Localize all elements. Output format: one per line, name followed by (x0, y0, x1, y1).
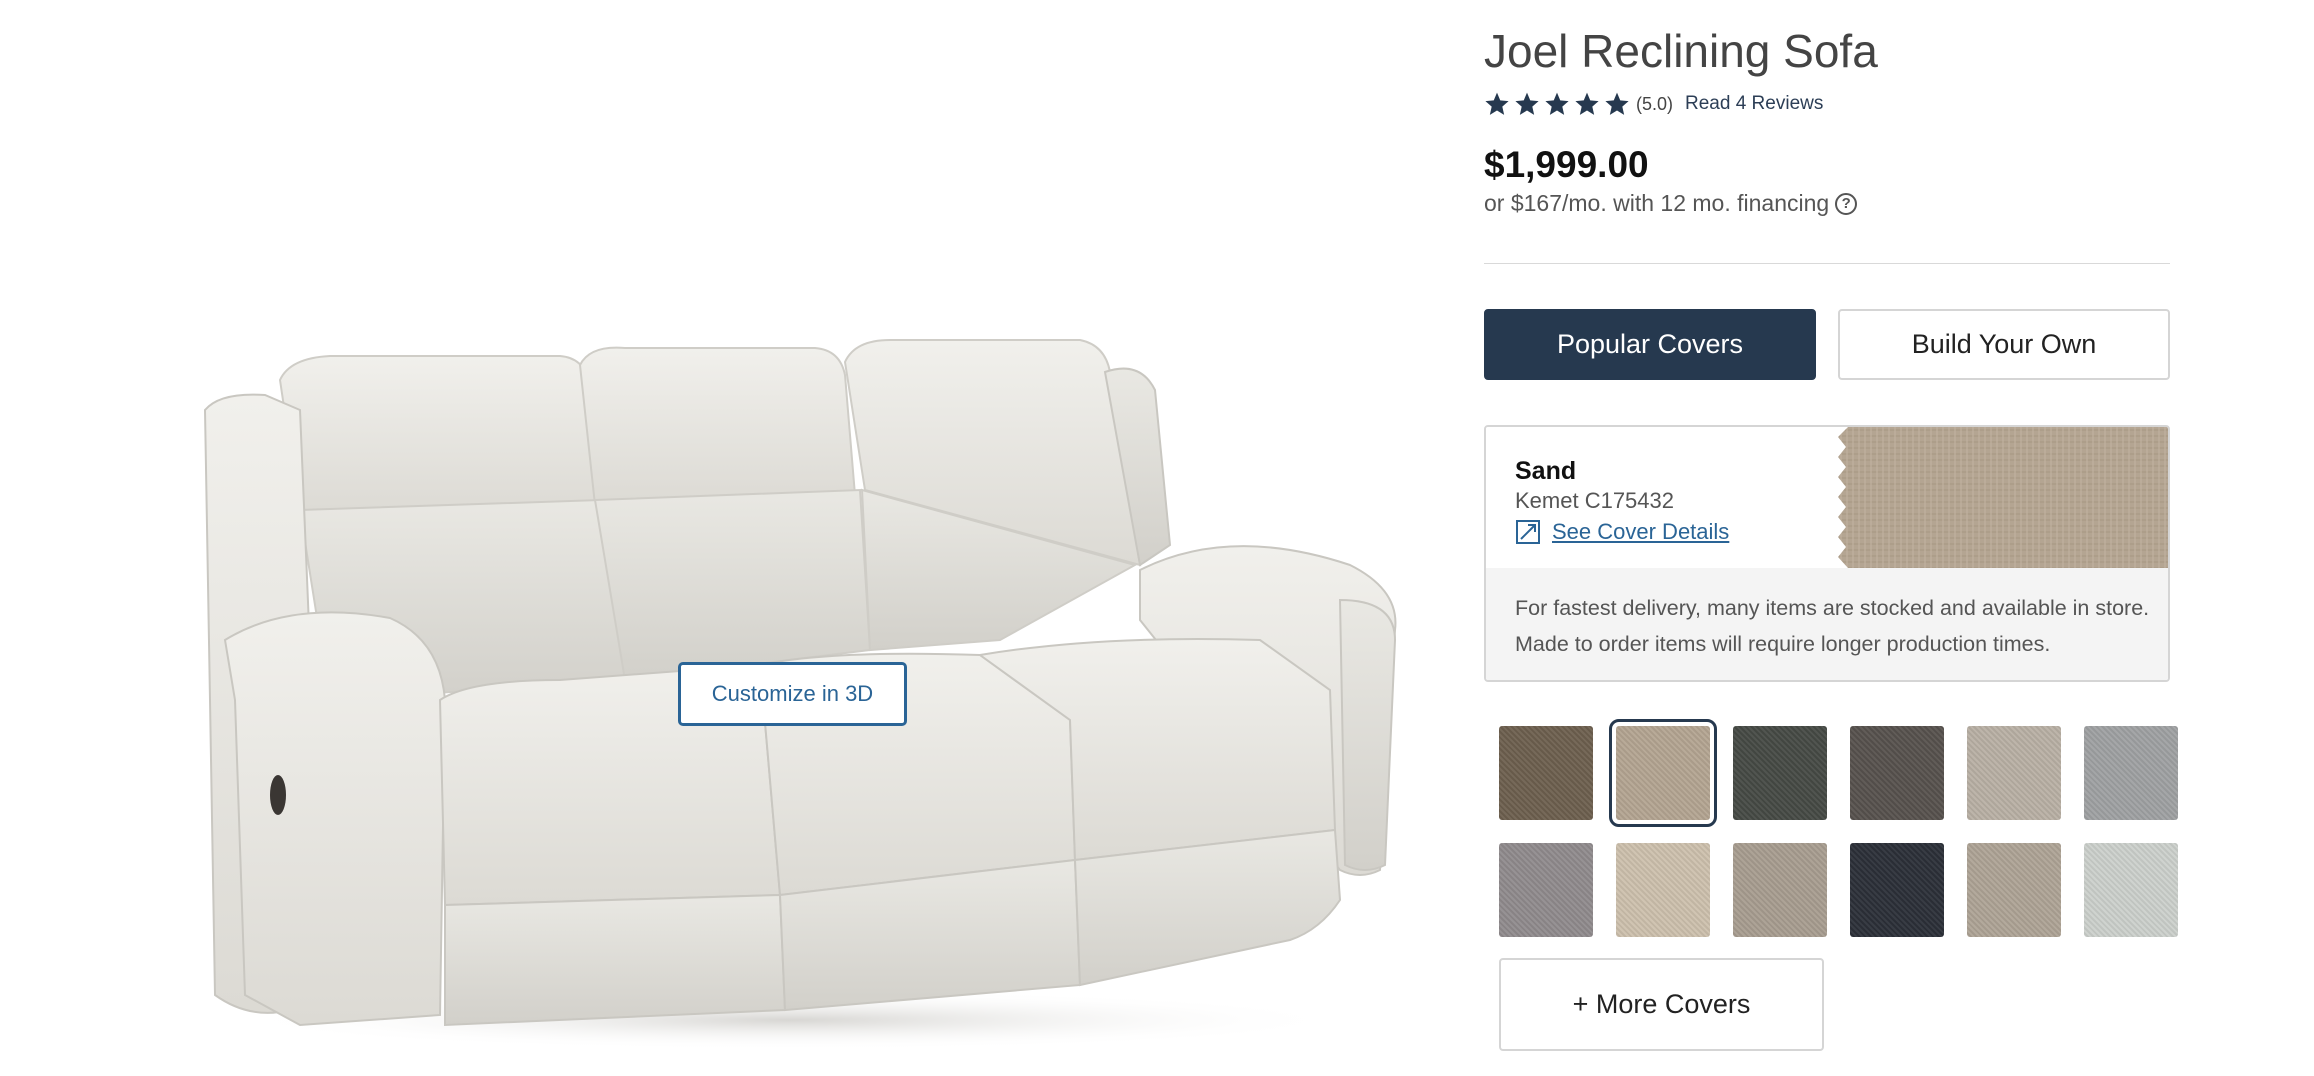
cover-details-label: See Cover Details (1552, 519, 1730, 544)
delivery-note: For fastest delivery, many items are sto… (1486, 568, 2168, 680)
rating-value: (5.0) (1636, 93, 1674, 114)
divider (1484, 263, 2170, 264)
product-image: Customize in 3D (0, 0, 1440, 1076)
star-icon (1485, 92, 1509, 115)
cover-swatch[interactable] (1499, 843, 1593, 937)
cover-swatch[interactable] (1967, 843, 2061, 937)
more-covers-button[interactable]: + More Covers (1499, 958, 1824, 1051)
tab-popular-covers[interactable]: Popular Covers (1484, 309, 1816, 380)
cover-swatch[interactable] (2084, 843, 2178, 937)
cover-swatch[interactable] (1609, 719, 1717, 827)
cover-swatch[interactable] (2084, 726, 2178, 820)
customize-3d-button[interactable]: Customize in 3D (678, 662, 907, 726)
cover-swatch[interactable] (1850, 843, 1944, 937)
star-icon (1605, 92, 1629, 115)
read-reviews-link[interactable]: Read 4 Reviews (1685, 93, 1823, 115)
star-rating (1484, 91, 1630, 117)
financing-label: or $167/mo. with 12 mo. financing (1484, 190, 1830, 216)
star-icon (1575, 92, 1599, 115)
question-circle-icon[interactable]: ? (1835, 192, 1858, 215)
cover-swatch[interactable] (1499, 726, 1593, 820)
star-icon (1545, 92, 1569, 115)
cover-name: Sand (1515, 457, 1577, 485)
cover-swatch[interactable] (1850, 726, 1944, 820)
tab-build-your-own[interactable]: Build Your Own (1838, 309, 2170, 380)
delivery-note-text: For fastest delivery, many items are sto… (1515, 596, 2150, 656)
see-cover-details-link[interactable]: See Cover Details (1515, 519, 1729, 545)
external-link-icon (1516, 520, 1540, 544)
cover-swatch[interactable] (1616, 843, 1710, 937)
cover-swatch[interactable] (1967, 726, 2061, 820)
rating-row: (5.0) Read 4 Reviews (1484, 89, 1823, 119)
cover-fabric-swatch (1838, 427, 2168, 568)
selected-cover-card: Sand Kemet C175432 See Cover Details For… (1484, 425, 2170, 682)
product-price: $1,999.00 (1484, 144, 1649, 185)
product-title: Joel Reclining Sofa (1484, 25, 1878, 77)
star-icon (1515, 92, 1539, 115)
sofa-illustration (203, 339, 1397, 1050)
cover-summary: Sand Kemet C175432 See Cover Details (1486, 427, 2168, 568)
cover-swatch[interactable] (1733, 843, 1827, 937)
cover-swatch[interactable] (1733, 726, 1827, 820)
cover-code: Kemet C175432 (1515, 488, 1674, 513)
financing-text: or $167/mo. with 12 mo. financing ? (1484, 190, 1858, 217)
